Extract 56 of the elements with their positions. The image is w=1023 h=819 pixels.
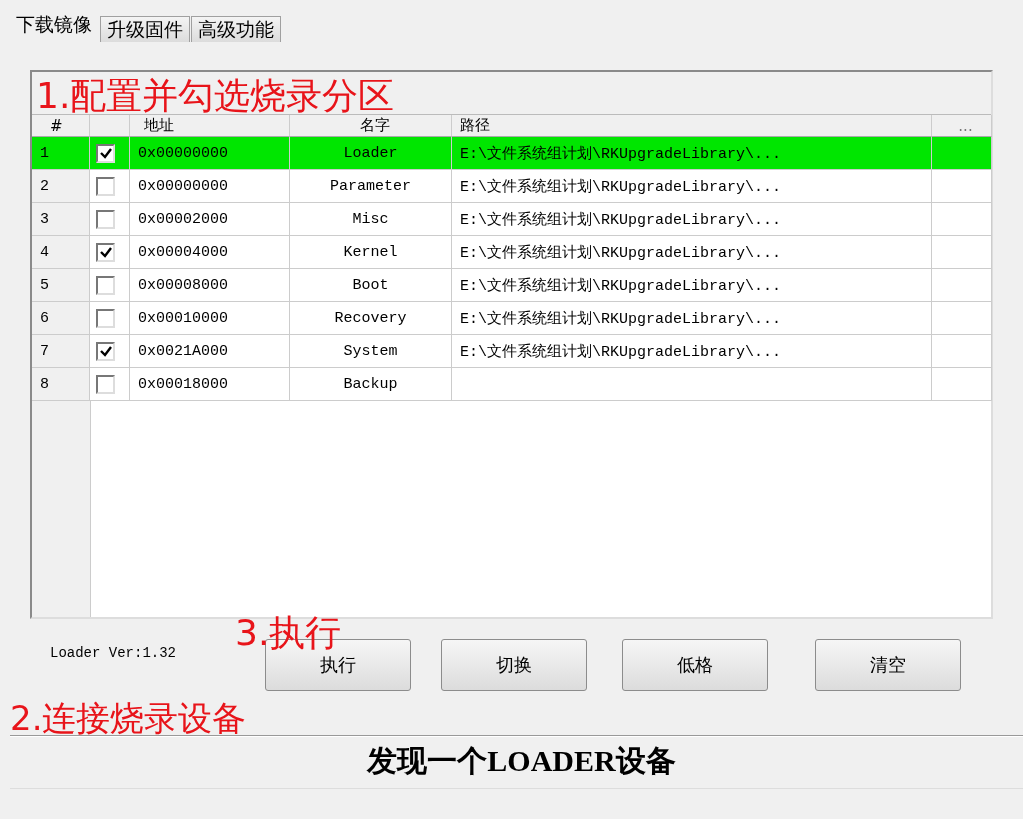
row-number: 4	[32, 236, 90, 269]
status-text: 发现一个LOADER设备	[365, 743, 677, 779]
loader-version: Loader Ver:1.32	[50, 644, 178, 661]
checkbox[interactable]	[96, 341, 115, 361]
checkbox[interactable]	[96, 176, 115, 196]
action-button[interactable]: 切换	[441, 639, 587, 691]
table-cell: 0x0021A000	[130, 335, 290, 368]
checkbox[interactable]	[96, 209, 115, 229]
table-cell: 0x00008000	[130, 269, 290, 302]
checkbox[interactable]	[96, 374, 115, 394]
table-cell: Recovery	[290, 302, 452, 335]
table-cell: 0x00000000	[130, 170, 290, 203]
row-number: 1	[32, 137, 90, 170]
column-header: 路径	[452, 115, 932, 137]
table-cell: Loader	[290, 137, 452, 170]
column-header: #	[32, 115, 90, 137]
table-cell: Boot	[290, 269, 452, 302]
table-cell: 0x00004000	[130, 236, 290, 269]
table-cell: 0x00010000	[130, 302, 290, 335]
table-cell: E:\文件系统组计划\RKUpgradeLibrary\...	[452, 302, 932, 335]
annotation: 1.配置并勾选烧录分区	[36, 78, 395, 114]
table-cell: E:\文件系统组计划\RKUpgradeLibrary\...	[452, 236, 932, 269]
table-cell: 0x00002000	[130, 203, 290, 236]
checkbox[interactable]	[96, 143, 115, 163]
table-cell: 0x00000000	[130, 137, 290, 170]
tab[interactable]: 升级固件	[100, 16, 190, 42]
table-cell: Parameter	[290, 170, 452, 203]
row-number: 3	[32, 203, 90, 236]
table-cell: Kernel	[290, 236, 452, 269]
row-number: 2	[32, 170, 90, 203]
table-cell: Misc	[290, 203, 452, 236]
table-cell: System	[290, 335, 452, 368]
column-header: ...	[932, 115, 992, 137]
table-cell: E:\文件系统组计划\RKUpgradeLibrary\...	[452, 137, 932, 170]
checkbox[interactable]	[96, 308, 115, 328]
check-icon	[99, 345, 112, 357]
table-cell: E:\文件系统组计划\RKUpgradeLibrary\...	[452, 203, 932, 236]
table-cell: 0x00018000	[130, 368, 290, 401]
tab[interactable]: 高级功能	[191, 16, 281, 42]
check-icon	[99, 147, 112, 159]
table-cell: E:\文件系统组计划\RKUpgradeLibrary\...	[452, 335, 932, 368]
column-header: 名字	[290, 115, 452, 137]
row-number: 6	[32, 302, 90, 335]
table-cell: E:\文件系统组计划\RKUpgradeLibrary\...	[452, 269, 932, 302]
row-number: 7	[32, 335, 90, 368]
check-icon	[99, 246, 112, 258]
table-cell: E:\文件系统组计划\RKUpgradeLibrary\...	[452, 170, 932, 203]
table-cell: Backup	[290, 368, 452, 401]
row-number: 8	[32, 368, 90, 401]
annotation: 2.连接烧录设备	[10, 701, 248, 735]
checkbox[interactable]	[96, 275, 115, 295]
row-number: 5	[32, 269, 90, 302]
checkbox[interactable]	[96, 242, 115, 262]
column-header: 地址	[130, 115, 290, 137]
action-button[interactable]: 清空	[815, 639, 961, 691]
action-button[interactable]: 低格	[622, 639, 768, 691]
